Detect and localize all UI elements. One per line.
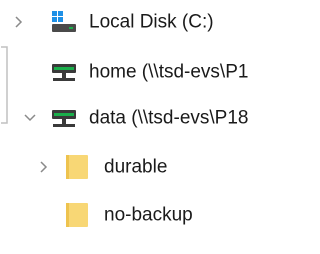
local-disk-icon [52, 11, 76, 32]
tree-item-label: Local Disk (C:) [89, 11, 214, 33]
tree-item-data-drive[interactable]: data (\\tsd-evs\P18 [0, 101, 295, 135]
chevron-right-icon[interactable] [13, 16, 23, 28]
network-drive-icon [52, 64, 76, 81]
chevron-right-icon[interactable] [38, 161, 48, 173]
tree-item-no-backup[interactable]: no-backup [0, 198, 295, 232]
tree-item-label: durable [104, 156, 168, 178]
folder-icon [66, 203, 88, 227]
folder-icon [66, 155, 88, 179]
network-drive-icon [52, 110, 76, 127]
tree-item-home-drive[interactable]: home (\\tsd-evs\P1 [0, 55, 295, 89]
tree-item-label: data (\\tsd-evs\P18 [89, 107, 249, 129]
tree-item-durable[interactable]: durable [0, 150, 295, 184]
chevron-down-icon[interactable] [23, 113, 37, 123]
tree-item-local-disk[interactable]: Local Disk (C:) [0, 5, 295, 39]
tree-item-label: home (\\tsd-evs\P1 [89, 61, 249, 83]
tree-item-label: no-backup [104, 204, 193, 226]
navigation-pane: Local Disk (C:) home (\\tsd-evs\P1 data … [0, 0, 295, 254]
